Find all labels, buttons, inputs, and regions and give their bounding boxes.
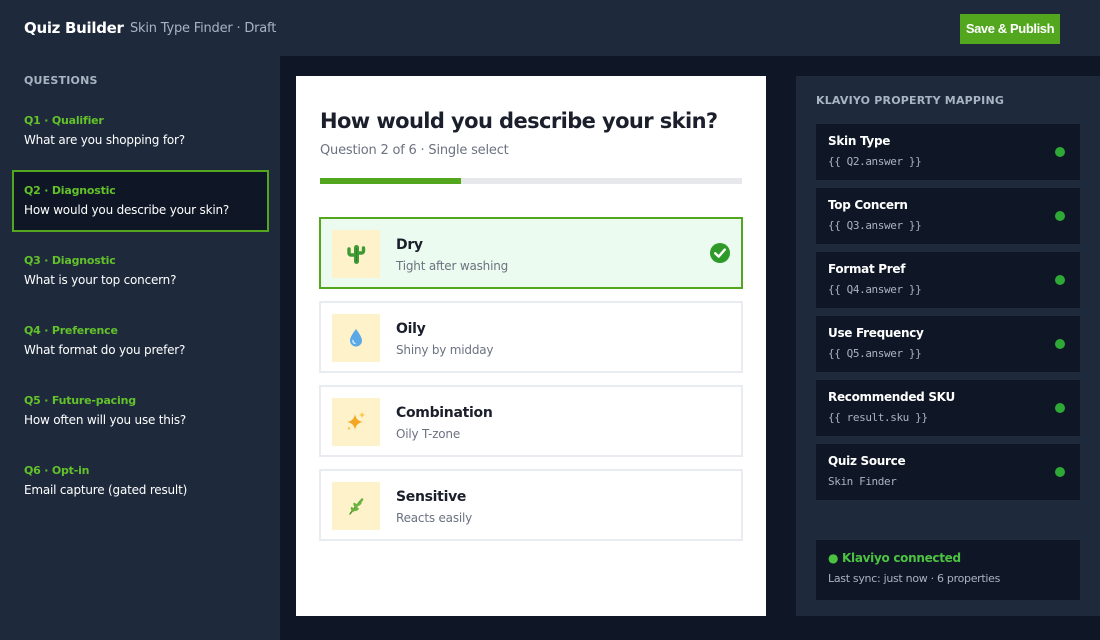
question-tag: Q6 · Opt-in — [24, 464, 90, 477]
question-tag: Q4 · Preference — [24, 324, 118, 337]
property-name: Top Concern — [828, 198, 908, 212]
mapping-row-top-concern[interactable]: Top Concern {{ Q3.answer }} — [816, 188, 1080, 244]
option-description: Reacts easily — [396, 511, 473, 525]
sparkles-icon — [332, 398, 380, 446]
option-combination[interactable]: Combination Oily T-zone — [319, 385, 743, 457]
status-dot-icon — [1055, 211, 1065, 221]
question-tag: Q1 · Qualifier — [24, 114, 104, 127]
option-description: Shiny by midday — [396, 343, 494, 357]
question-tag: Q2 · Diagnostic — [24, 184, 116, 197]
question-text: What format do you prefer? — [24, 343, 186, 357]
property-name: Skin Type — [828, 134, 891, 148]
sidebar-item-q1[interactable]: Q1 · Qualifier What are you shopping for… — [12, 100, 269, 162]
option-label: Dry — [396, 237, 423, 253]
last-sync-text: Last sync: just now · 6 properties — [828, 572, 1001, 585]
status-dot-icon — [1055, 467, 1065, 477]
question-text: How often will you use this? — [24, 413, 187, 427]
option-description: Tight after washing — [396, 259, 509, 273]
option-dry[interactable]: Dry Tight after washing — [319, 217, 743, 289]
sidebar-item-q5[interactable]: Q5 · Future-pacing How often will you us… — [12, 380, 269, 442]
mapping-row-skin-type[interactable]: Skin Type {{ Q2.answer }} — [816, 124, 1080, 180]
property-value: {{ Q5.answer }} — [828, 347, 922, 360]
property-value: Skin Finder — [828, 475, 897, 488]
status-dot-icon — [1055, 275, 1065, 285]
herb-icon — [332, 482, 380, 530]
question-text: What are you shopping for? — [24, 133, 185, 147]
mapping-row-recommended-sku[interactable]: Recommended SKU {{ result.sku }} — [816, 380, 1080, 436]
property-value: {{ Q2.answer }} — [828, 155, 922, 168]
mapping-row-quiz-source[interactable]: Quiz Source Skin Finder — [816, 444, 1080, 500]
connection-status-text: ● Klaviyo connected — [828, 551, 961, 565]
property-name: Recommended SKU — [828, 390, 955, 404]
mapping-heading: KLAVIYO PROPERTY MAPPING — [816, 94, 1005, 107]
status-dot-icon — [1055, 403, 1065, 413]
progress-bar-fill — [320, 178, 461, 184]
status-dot-icon — [1055, 339, 1065, 349]
cactus-icon — [332, 230, 380, 278]
question-meta: Question 2 of 6 · Single select — [320, 143, 509, 158]
question-text: Email capture (gated result) — [24, 483, 188, 497]
option-oily[interactable]: Oily Shiny by midday — [319, 301, 743, 373]
question-text: How would you describe your skin? — [24, 203, 230, 217]
app-title: Quiz Builder — [24, 19, 124, 37]
property-name: Use Frequency — [828, 326, 924, 340]
option-label: Combination — [396, 405, 493, 421]
check-icon — [710, 243, 730, 263]
status-dot-icon — [1055, 147, 1065, 157]
option-sensitive[interactable]: Sensitive Reacts easily — [319, 469, 743, 541]
question-text: What is your top concern? — [24, 273, 177, 287]
questions-sidebar: QUESTIONS Q1 · Qualifier What are you sh… — [0, 56, 280, 640]
question-tag: Q3 · Diagnostic — [24, 254, 116, 267]
property-name: Format Pref — [828, 262, 906, 276]
save-publish-button[interactable]: Save & Publish — [960, 14, 1060, 44]
question-title: How would you describe your skin? — [320, 109, 718, 133]
quiz-subtitle: Skin Type Finder · Draft — [130, 21, 277, 36]
sidebar-item-q2[interactable]: Q2 · Diagnostic How would you describe y… — [12, 170, 269, 232]
option-description: Oily T-zone — [396, 427, 461, 441]
property-value: {{ result.sku }} — [828, 411, 928, 424]
property-mapping-panel: KLAVIYO PROPERTY MAPPING Skin Type {{ Q2… — [796, 76, 1100, 616]
question-tag: Q5 · Future-pacing — [24, 394, 136, 407]
question-preview-card: How would you describe your skin? Questi… — [296, 76, 766, 616]
option-label: Oily — [396, 321, 426, 337]
sidebar-item-q3[interactable]: Q3 · Diagnostic What is your top concern… — [12, 240, 269, 302]
mapping-row-format-pref[interactable]: Format Pref {{ Q4.answer }} — [816, 252, 1080, 308]
property-value: {{ Q3.answer }} — [828, 219, 922, 232]
mapping-row-use-frequency[interactable]: Use Frequency {{ Q5.answer }} — [816, 316, 1080, 372]
droplet-icon — [332, 314, 380, 362]
progress-bar — [320, 178, 742, 184]
top-bar: Quiz Builder Skin Type Finder · Draft Sa… — [0, 0, 1100, 56]
property-name: Quiz Source — [828, 454, 906, 468]
sidebar-item-q4[interactable]: Q4 · Preference What format do you prefe… — [12, 310, 269, 372]
option-label: Sensitive — [396, 489, 467, 505]
klaviyo-connection-status: ● Klaviyo connected Last sync: just now … — [816, 540, 1080, 600]
property-value: {{ Q4.answer }} — [828, 283, 922, 296]
sidebar-heading: QUESTIONS — [24, 74, 98, 87]
sidebar-item-q6[interactable]: Q6 · Opt-in Email capture (gated result) — [12, 450, 269, 512]
